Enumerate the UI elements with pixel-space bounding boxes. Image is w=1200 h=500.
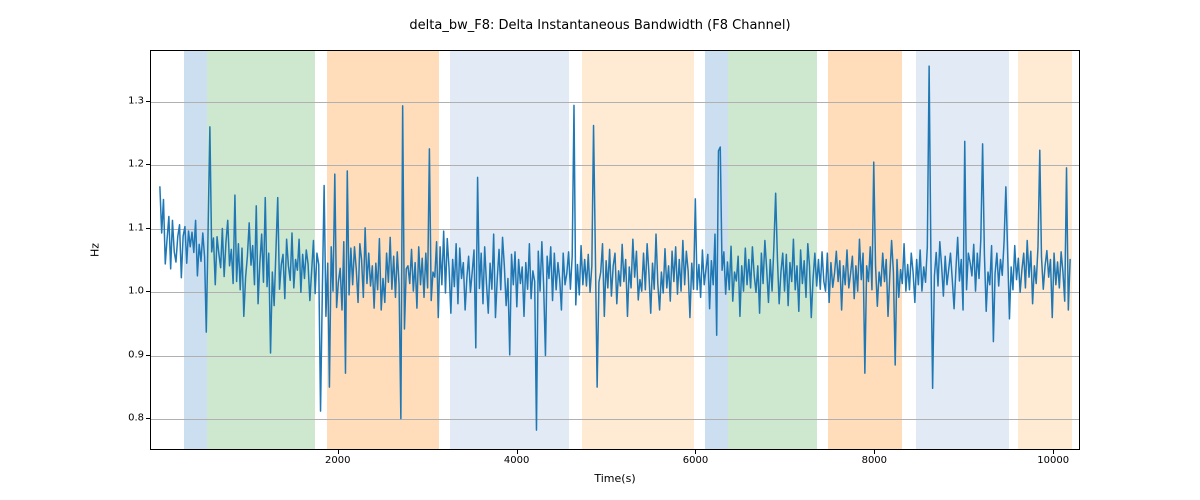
y-tick-label: 0.9 xyxy=(110,349,144,360)
y-axis-label: Hz xyxy=(89,243,102,257)
figure: delta_bw_F8: Delta Instantaneous Bandwid… xyxy=(0,0,1200,500)
x-tick-mark xyxy=(1053,450,1054,454)
time-series-line xyxy=(151,51,1079,449)
y-tick-label: 1.0 xyxy=(110,286,144,297)
x-tick-label: 8000 xyxy=(844,455,904,466)
x-tick-mark xyxy=(695,450,696,454)
chart-title: delta_bw_F8: Delta Instantaneous Bandwid… xyxy=(0,18,1200,33)
x-tick-mark xyxy=(874,450,875,454)
y-tick-mark xyxy=(146,101,150,102)
plot-area xyxy=(150,50,1080,450)
y-tick-mark xyxy=(146,291,150,292)
y-tick-mark xyxy=(146,355,150,356)
y-tick-label: 1.2 xyxy=(110,159,144,170)
x-tick-label: 2000 xyxy=(308,455,368,466)
x-axis-label: Time(s) xyxy=(150,472,1080,485)
x-tick-mark xyxy=(517,450,518,454)
x-tick-label: 6000 xyxy=(665,455,725,466)
y-tick-mark xyxy=(146,228,150,229)
x-tick-label: 10000 xyxy=(1023,455,1083,466)
y-tick-mark xyxy=(146,418,150,419)
axes: delta_bw_F8: Delta Instantaneous Bandwid… xyxy=(150,50,1080,450)
y-tick-label: 1.3 xyxy=(110,95,144,106)
y-tick-label: 1.1 xyxy=(110,222,144,233)
x-tick-mark xyxy=(338,450,339,454)
y-tick-mark xyxy=(146,164,150,165)
y-tick-label: 0.8 xyxy=(110,413,144,424)
x-tick-label: 4000 xyxy=(487,455,547,466)
